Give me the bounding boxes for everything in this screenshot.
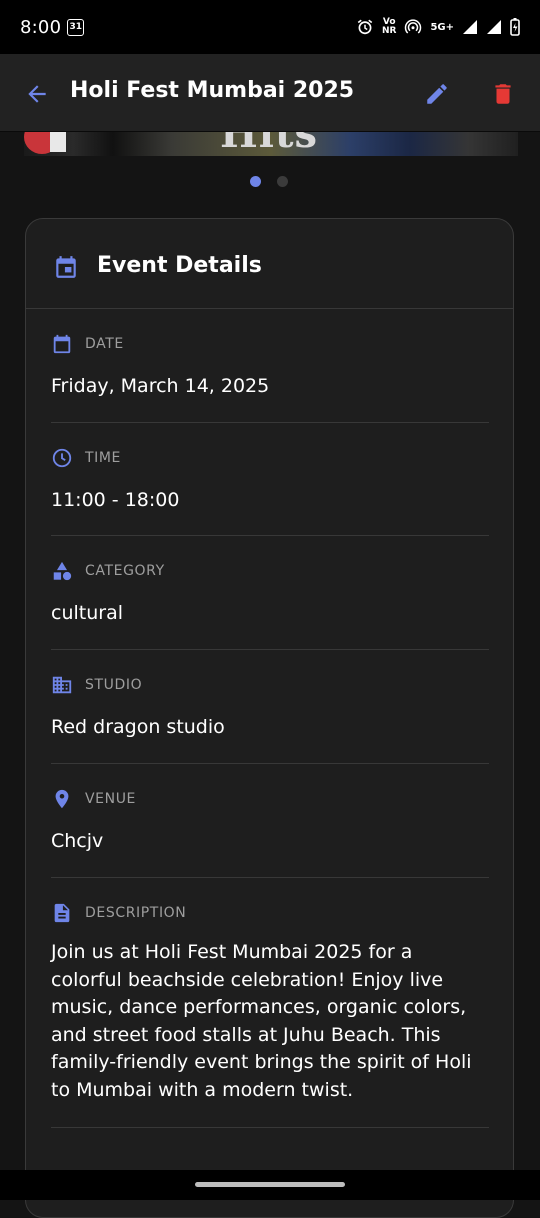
volte-icon: Vo NR xyxy=(381,17,397,36)
venue-section: VENUE Chcjv xyxy=(51,787,489,855)
description-value: Join us at Holi Fest Mumbai 2025 for a c… xyxy=(51,941,472,1101)
status-bar: 8:00 31 Vo NR 5G+ xyxy=(0,0,540,54)
category-section: CATEGORY cultural xyxy=(51,559,489,627)
card-header: Event Details xyxy=(26,219,513,309)
signal-icon-2 xyxy=(487,20,501,34)
description-section: DESCRIPTION Join us at Holi Fest Mumbai … xyxy=(51,901,489,1104)
divider xyxy=(51,535,489,536)
description-label: DESCRIPTION xyxy=(85,905,187,921)
event-details-card: Event Details DATE Friday, March 14, 202… xyxy=(25,218,514,1218)
divider xyxy=(51,877,489,878)
time-value: 11:00 - 18:00 xyxy=(51,489,180,511)
carousel-indicator xyxy=(250,176,288,187)
document-icon xyxy=(54,903,70,923)
app-bar: Holi Fest Mumbai 2025 xyxy=(0,54,540,132)
studio-label: STUDIO xyxy=(85,677,143,693)
date-section: DATE Friday, March 14, 2025 xyxy=(51,332,489,400)
category-label: CATEGORY xyxy=(85,563,165,579)
banner-text: Hits xyxy=(220,132,318,156)
divider xyxy=(51,763,489,764)
trash-icon[interactable] xyxy=(490,81,516,107)
shapes-icon xyxy=(53,561,72,581)
time-section: TIME 11:00 - 18:00 xyxy=(51,446,489,514)
alarm-icon xyxy=(357,19,373,35)
divider xyxy=(51,1127,489,1128)
date-value: Friday, March 14, 2025 xyxy=(51,375,270,397)
pencil-icon[interactable] xyxy=(424,81,450,107)
card-title: Event Details xyxy=(97,253,262,278)
event-banner-image[interactable]: Hits xyxy=(24,132,518,156)
studio-section: STUDIO Red dragon studio xyxy=(51,673,489,741)
clock-icon xyxy=(52,448,72,468)
divider xyxy=(51,422,489,423)
network-type-label: 5G+ xyxy=(430,21,454,33)
status-icons: Vo NR 5G+ xyxy=(356,18,520,36)
location-pin-icon xyxy=(55,789,69,809)
battery-icon xyxy=(510,18,520,36)
navigation-bar xyxy=(0,1170,540,1200)
hotspot-icon xyxy=(405,19,422,34)
category-value: cultural xyxy=(51,602,123,624)
carousel-dot-2[interactable] xyxy=(277,176,288,187)
venue-value: Chcjv xyxy=(51,830,104,852)
calendar-status-icon: 31 xyxy=(67,18,85,36)
divider xyxy=(51,649,489,650)
calendar-icon xyxy=(53,334,71,354)
page-title: Holi Fest Mumbai 2025 xyxy=(70,78,355,103)
studio-value: Red dragon studio xyxy=(51,716,225,738)
carousel-dot-1[interactable] xyxy=(250,176,261,187)
time-label: TIME xyxy=(85,450,122,466)
home-gesture-handle[interactable] xyxy=(195,1182,345,1187)
arrow-back-icon[interactable] xyxy=(24,81,50,107)
date-label: DATE xyxy=(85,336,124,352)
signal-icon xyxy=(463,20,477,34)
calendar-icon xyxy=(56,256,76,278)
building-icon xyxy=(52,676,72,694)
venue-label: VENUE xyxy=(85,791,136,807)
status-time: 8:00 xyxy=(20,16,62,38)
